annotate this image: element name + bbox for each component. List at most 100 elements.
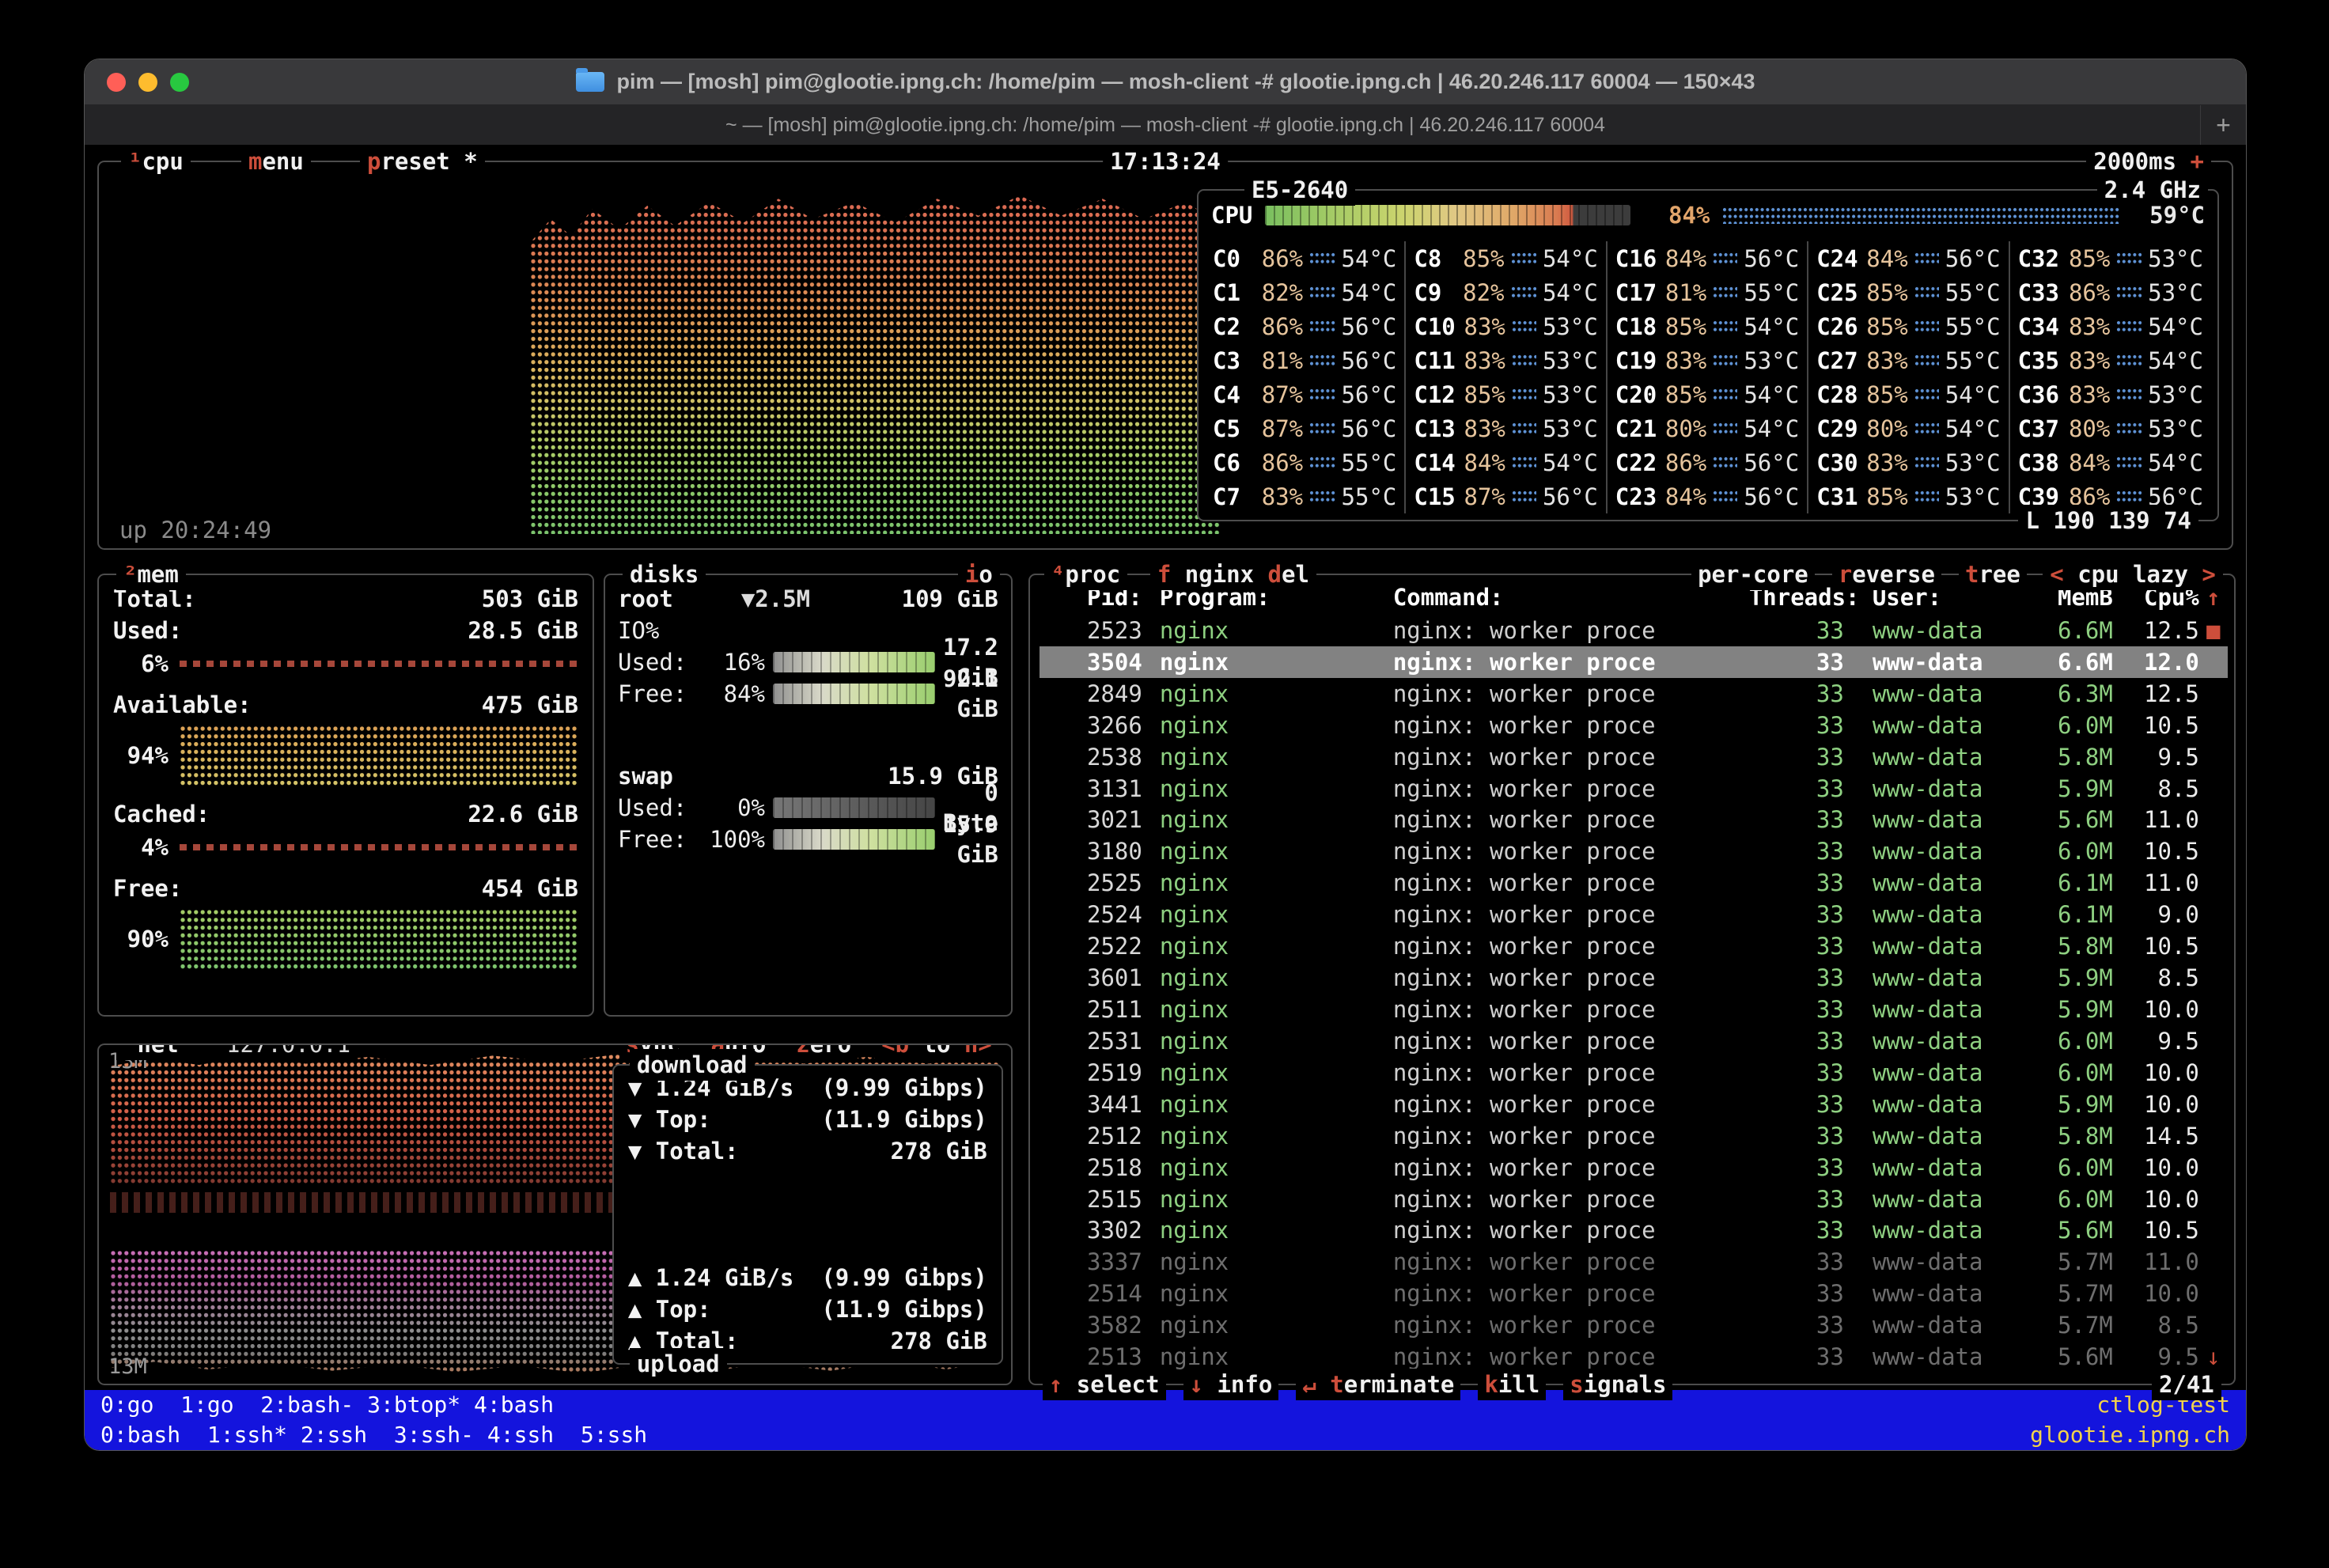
mem-free-graph-row: 90% (99, 904, 593, 974)
proc-footer-kill[interactable]: kill (1478, 1369, 1546, 1400)
process-row-3441[interactable]: 3441nginxnginx: worker proce33www-data5.… (1040, 1089, 2228, 1120)
core-temp-graph (1512, 320, 1536, 334)
core-temp-graph (1309, 354, 1335, 368)
process-row-2518[interactable]: 2518nginxnginx: worker proce33www-data6.… (1040, 1152, 2228, 1184)
cpu-core-c25: C2585%55°C (1808, 275, 2009, 309)
core-temp-graph (1914, 490, 1939, 504)
mem-cached-graph (180, 844, 578, 850)
process-row-2525[interactable]: 2525nginxnginx: worker proce33www-data6.… (1040, 867, 2228, 899)
core-temp-graph (1713, 422, 1737, 436)
process-row-2523[interactable]: 2523nginxnginx: worker proce33www-data6.… (1040, 615, 2228, 646)
core-temp-graph (1713, 490, 1737, 504)
process-row-3601[interactable]: 3601nginxnginx: worker proce33www-data5.… (1040, 962, 2228, 994)
close-button[interactable] (107, 73, 126, 92)
process-row-2515[interactable]: 2515nginxnginx: worker proce33www-data6.… (1040, 1184, 2228, 1215)
cpu-total-percent: 84% (1643, 200, 1710, 230)
cpu-core-c38: C3884%54°C (2010, 445, 2211, 479)
process-row-2519[interactable]: 2519nginxnginx: worker proce33www-data6.… (1040, 1057, 2228, 1089)
proc-box-title[interactable]: ⁴proc (1044, 559, 1127, 590)
tmux-window-list-inner[interactable]: 0:bash 1:ssh* 2:ssh 3:ssh- 4:ssh 5:ssh (100, 1420, 647, 1450)
mem-used-label: Used: (113, 615, 182, 646)
upload-title: upload (630, 1348, 727, 1380)
process-row-3180[interactable]: 3180nginxnginx: worker proce33www-data6.… (1040, 835, 2228, 867)
network-box: ³net 127.0.0.1 sync auto zero <b lo n> 1… (97, 1043, 1013, 1385)
disk-root-activity: ▼2.5M (741, 584, 810, 614)
net-interface-switcher[interactable]: <b lo n> (875, 1043, 998, 1060)
cpu-core-c0: C086%54°C (1205, 241, 1406, 275)
core-temp-graph (1914, 388, 1939, 402)
upload-total-value: 278 GiB (891, 1325, 987, 1357)
core-temp-graph (1511, 252, 1536, 266)
menu-button[interactable]: menu (241, 146, 311, 177)
zoom-button[interactable] (170, 73, 189, 92)
process-row-3021[interactable]: 3021nginxnginx: worker proce33www-data5.… (1040, 805, 2228, 836)
process-row-2511[interactable]: 2511nginxnginx: worker proce33www-data5.… (1040, 994, 2228, 1025)
process-row-2522[interactable]: 2522nginxnginx: worker proce33www-data5.… (1040, 930, 2228, 962)
cpu-core-c31: C3185%53°C (1808, 479, 2009, 513)
cpu-core-c29: C2980%54°C (1808, 411, 2009, 445)
cpu-box-title[interactable]: ¹cpu (121, 146, 191, 177)
tmux-window-list-outer[interactable]: 0:go 1:go 2:bash- 3:btop* 4:bash (100, 1390, 554, 1420)
io-mode-button[interactable]: io (958, 559, 1000, 590)
minimize-button[interactable] (138, 73, 157, 92)
proc-filter[interactable]: f nginx del (1150, 559, 1316, 590)
mem-available-value: 475 GiB (482, 689, 578, 721)
preset-button[interactable]: preset * (360, 146, 485, 177)
process-row-3582[interactable]: 3582nginxnginx: worker proce33www-data5.… (1040, 1309, 2228, 1341)
cpu-core-c20: C2085%54°C (1608, 377, 1808, 411)
download-speed-bits: (9.99 Gibps) (821, 1072, 987, 1104)
mem-used-value: 28.5 GiB (468, 615, 578, 646)
cpu-core-c14: C1484%54°C (1406, 445, 1607, 479)
process-row-3266[interactable]: 3266nginxnginx: worker proce33www-data6.… (1040, 710, 2228, 741)
proc-scroll-position: 2/41 (2152, 1369, 2221, 1400)
net-zero-button[interactable]: zero (790, 1043, 858, 1060)
core-temp-graph (1512, 354, 1536, 368)
disk-root-used-meter (773, 652, 935, 672)
process-row-3302[interactable]: 3302nginxnginx: worker proce33www-data5.… (1040, 1215, 2228, 1247)
tmux-statusbar-inner: 0:bash 1:ssh* 2:ssh 3:ssh- 4:ssh 5:ssh g… (85, 1420, 2246, 1450)
download-total-value: 278 GiB (891, 1135, 987, 1167)
new-tab-button[interactable]: + (2200, 105, 2246, 145)
proc-sort-switcher[interactable]: < cpu lazy > (2043, 559, 2223, 590)
scroll-down-icon[interactable]: ↓ (2199, 1342, 2228, 1372)
mem-available-graph (180, 725, 578, 786)
process-row-3131[interactable]: 3131nginxnginx: worker proce33www-data5.… (1040, 773, 2228, 805)
process-row-2531[interactable]: 2531nginxnginx: worker proce33www-data6.… (1040, 1025, 2228, 1057)
net-box-title[interactable]: ³net (116, 1043, 186, 1060)
cpu-core-c16: C1684%56°C (1608, 241, 1808, 275)
core-temp-graph (1512, 456, 1536, 470)
core-temp-graph (1713, 388, 1737, 402)
proc-footer-select[interactable]: ↑ select (1043, 1369, 1166, 1400)
process-row-2512[interactable]: 2512nginxnginx: worker proce33www-data5.… (1040, 1120, 2228, 1152)
mem-used-row: Used: 28.5 GiB (99, 615, 593, 646)
proc-footer-terminate[interactable]: ↵ terminate (1296, 1369, 1460, 1400)
cpu-core-c28: C2885%54°C (1808, 377, 2009, 411)
uptime: up 20:24:49 (119, 515, 271, 545)
mem-box-title[interactable]: ²mem (116, 559, 186, 590)
process-row-2849[interactable]: 2849nginxnginx: worker proce33www-data6.… (1040, 678, 2228, 710)
net-upload-scale: 13M (108, 1352, 147, 1382)
process-row-2514[interactable]: 2514nginxnginx: worker proce33www-data5.… (1040, 1278, 2228, 1309)
cpu-core-grid: C086%54°CC182%54°CC286%56°CC381%56°CC487… (1205, 241, 2211, 513)
update-interval[interactable]: 2000ms + (2086, 146, 2211, 177)
disks-box-title[interactable]: disks (623, 559, 706, 590)
proc-control-per-core[interactable]: per-core (1691, 559, 1815, 590)
core-temp-graph (1713, 252, 1737, 266)
process-row-2538[interactable]: 2538nginxnginx: worker proce33www-data5.… (1040, 741, 2228, 773)
process-row-3337[interactable]: 3337nginxnginx: worker proce33www-data5.… (1040, 1246, 2228, 1278)
cpu-core-c2: C286%56°C (1205, 309, 1406, 343)
disk-swap-free-meter (773, 829, 935, 850)
core-temp-graph (2116, 388, 2142, 402)
mem-cached-graph-row: 4% (99, 830, 593, 865)
process-row-3504[interactable]: 3504nginxnginx: worker proce33www-data6.… (1040, 646, 2228, 678)
mem-total-value: 503 GiB (482, 583, 578, 615)
scrollbar-thumb[interactable]: ■ (2199, 615, 2228, 646)
proc-footer-info[interactable]: ↓ info (1183, 1369, 1279, 1400)
mem-used-graph-row: 6% (99, 646, 593, 681)
proc-control-reverse[interactable]: reverse (1832, 559, 1941, 590)
mem-used-graph (180, 661, 578, 667)
process-row-2524[interactable]: 2524nginxnginx: worker proce33www-data6.… (1040, 899, 2228, 930)
core-temp-graph (1309, 320, 1335, 334)
proc-control-tree[interactable]: tree (1959, 559, 2027, 590)
proc-footer-signals[interactable]: signals (1563, 1369, 1672, 1400)
